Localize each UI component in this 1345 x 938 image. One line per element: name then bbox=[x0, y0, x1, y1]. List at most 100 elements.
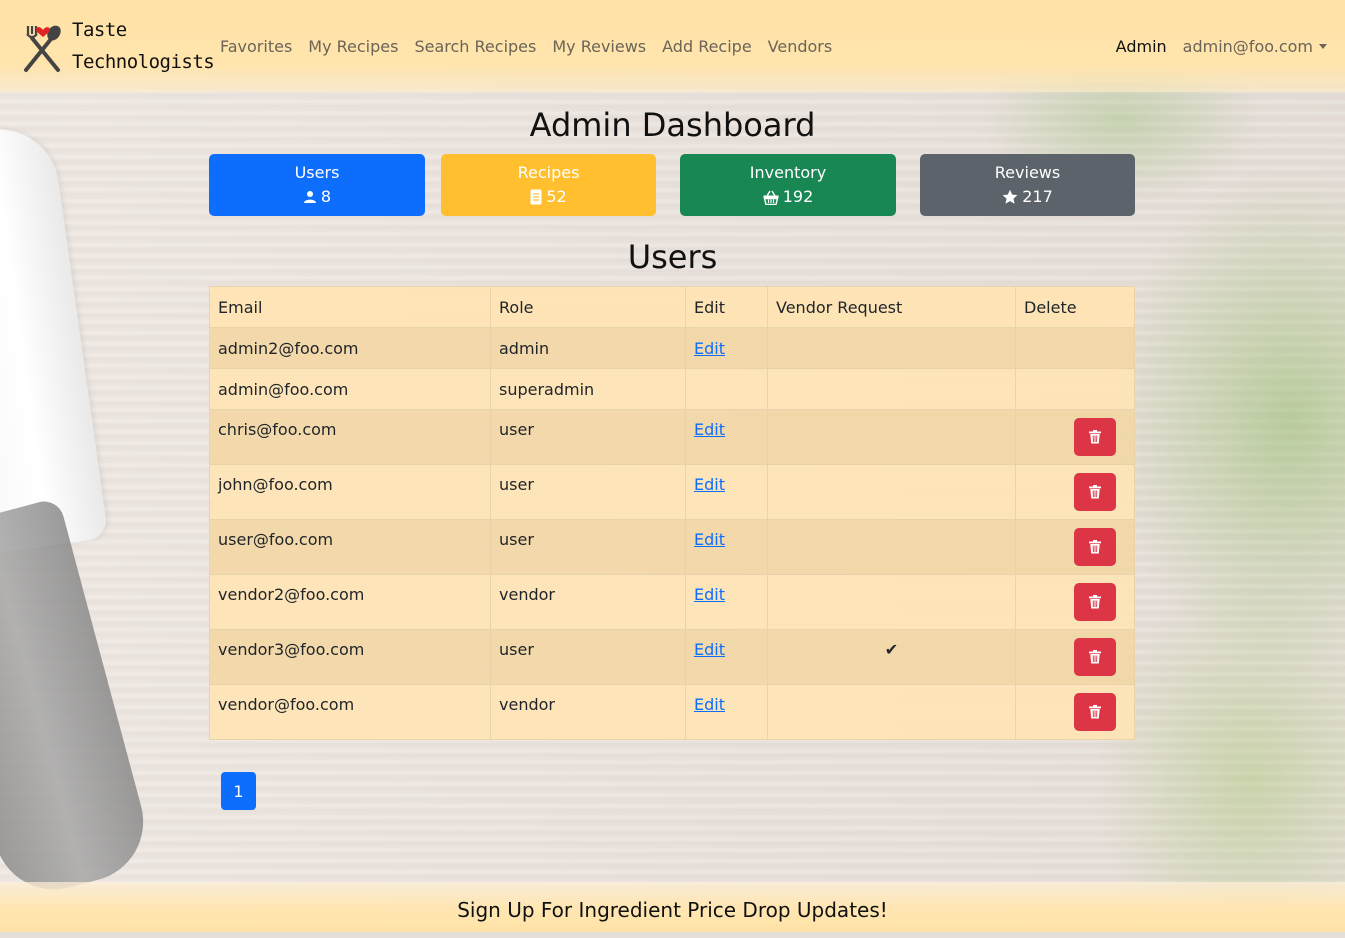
nav-right: Admin admin@foo.com bbox=[1108, 37, 1327, 56]
star-icon bbox=[1002, 189, 1018, 205]
nav-link-favorites[interactable]: Favorites bbox=[212, 37, 300, 56]
delete-button[interactable] bbox=[1074, 583, 1116, 621]
user-dropdown[interactable]: admin@foo.com bbox=[1175, 37, 1327, 56]
edit-link[interactable]: Edit bbox=[694, 420, 725, 439]
delete-button[interactable] bbox=[1074, 473, 1116, 511]
table-row: vendor@foo.com vendor Edit bbox=[210, 685, 1135, 740]
cell-role: user bbox=[491, 465, 686, 520]
nav-link-add-recipe[interactable]: Add Recipe bbox=[654, 37, 760, 56]
table-row: user@foo.com user Edit bbox=[210, 520, 1135, 575]
cell-role: user bbox=[491, 520, 686, 575]
document-icon bbox=[530, 189, 542, 205]
table-row: admin@foo.com superadmin bbox=[210, 369, 1135, 410]
header-edit: Edit bbox=[686, 287, 768, 328]
cell-email: chris@foo.com bbox=[210, 410, 491, 465]
cell-role: vendor bbox=[491, 685, 686, 740]
cell-email: admin@foo.com bbox=[210, 369, 491, 410]
header-email: Email bbox=[210, 287, 491, 328]
cell-vendor-request bbox=[768, 575, 1016, 630]
cell-email: vendor@foo.com bbox=[210, 685, 491, 740]
header-role: Role bbox=[491, 287, 686, 328]
user-email: admin@foo.com bbox=[1183, 37, 1313, 56]
cell-email: vendor2@foo.com bbox=[210, 575, 491, 630]
trash-icon bbox=[1089, 650, 1101, 664]
users-table: Email Role Edit Vendor Request Delete ad… bbox=[209, 286, 1135, 740]
table-header-row: Email Role Edit Vendor Request Delete bbox=[210, 287, 1135, 328]
user-icon bbox=[303, 190, 317, 204]
cell-role: user bbox=[491, 630, 686, 685]
cell-edit bbox=[686, 369, 768, 410]
edit-link[interactable]: Edit bbox=[694, 339, 725, 358]
cell-vendor-request bbox=[768, 369, 1016, 410]
delete-button[interactable] bbox=[1074, 528, 1116, 566]
pagination-page-1[interactable]: 1 bbox=[221, 772, 256, 810]
cell-vendor-request bbox=[768, 410, 1016, 465]
knife-blade-decoration bbox=[0, 122, 108, 559]
nav-link-admin[interactable]: Admin bbox=[1108, 37, 1175, 56]
trash-icon bbox=[1089, 595, 1101, 609]
trash-icon bbox=[1089, 540, 1101, 554]
nav-link-search-recipes[interactable]: Search Recipes bbox=[406, 37, 544, 56]
cell-role: user bbox=[491, 410, 686, 465]
footer-signup-text[interactable]: Sign Up For Ingredient Price Drop Update… bbox=[457, 898, 888, 922]
edit-link[interactable]: Edit bbox=[694, 695, 725, 714]
table-row: john@foo.com user Edit bbox=[210, 465, 1135, 520]
card-users[interactable]: Users 8 bbox=[209, 154, 425, 216]
cell-delete bbox=[1016, 369, 1135, 410]
cell-vendor-request bbox=[768, 328, 1016, 369]
card-recipes-label: Recipes bbox=[441, 163, 656, 183]
fork-spoon-heart-icon bbox=[18, 18, 68, 74]
cell-role: admin bbox=[491, 328, 686, 369]
nav-link-my-reviews[interactable]: My Reviews bbox=[544, 37, 654, 56]
card-recipes[interactable]: Recipes 52 bbox=[441, 154, 656, 216]
header-delete: Delete bbox=[1016, 287, 1135, 328]
nav-links: Favorites My Recipes Search Recipes My R… bbox=[212, 37, 840, 56]
cell-role: superadmin bbox=[491, 369, 686, 410]
brand-name-line1: Taste bbox=[72, 14, 214, 46]
brand-name-line2: Technologists bbox=[72, 46, 214, 78]
cell-vendor-request bbox=[768, 685, 1016, 740]
card-inventory-label: Inventory bbox=[680, 163, 896, 183]
trash-icon bbox=[1089, 430, 1101, 444]
table-row: vendor3@foo.com user Edit ✔ bbox=[210, 630, 1135, 685]
card-users-label: Users bbox=[209, 163, 425, 183]
card-reviews-label: Reviews bbox=[920, 163, 1135, 183]
card-inventory-value: 192 bbox=[783, 187, 814, 207]
edit-link[interactable]: Edit bbox=[694, 530, 725, 549]
edit-link[interactable]: Edit bbox=[694, 475, 725, 494]
cell-role: vendor bbox=[491, 575, 686, 630]
brand[interactable]: Taste Technologists bbox=[18, 11, 208, 81]
footer: Sign Up For Ingredient Price Drop Update… bbox=[0, 882, 1345, 932]
users-section-title: Users bbox=[0, 238, 1345, 276]
chevron-down-icon bbox=[1319, 44, 1327, 49]
trash-icon bbox=[1089, 705, 1101, 719]
cell-email: vendor3@foo.com bbox=[210, 630, 491, 685]
basket-icon bbox=[763, 190, 779, 205]
stats-cards: Users 8 Recipes 52 Inventory 192 Reviews bbox=[209, 154, 1135, 216]
card-reviews[interactable]: Reviews 217 bbox=[920, 154, 1135, 216]
table-row: chris@foo.com user Edit bbox=[210, 410, 1135, 465]
nav-link-vendors[interactable]: Vendors bbox=[760, 37, 841, 56]
cell-email: admin2@foo.com bbox=[210, 328, 491, 369]
card-reviews-value: 217 bbox=[1022, 187, 1053, 207]
card-inventory[interactable]: Inventory 192 bbox=[680, 154, 896, 216]
table-row: vendor2@foo.com vendor Edit bbox=[210, 575, 1135, 630]
delete-button[interactable] bbox=[1074, 693, 1116, 731]
card-users-value: 8 bbox=[321, 187, 331, 207]
cell-email: user@foo.com bbox=[210, 520, 491, 575]
cell-delete bbox=[1016, 328, 1135, 369]
table-row: admin2@foo.com admin Edit bbox=[210, 328, 1135, 369]
trash-icon bbox=[1089, 485, 1101, 499]
delete-button[interactable] bbox=[1074, 638, 1116, 676]
header-vendor-request: Vendor Request bbox=[768, 287, 1016, 328]
nav-link-my-recipes[interactable]: My Recipes bbox=[300, 37, 406, 56]
card-recipes-value: 52 bbox=[546, 187, 566, 207]
navbar: Taste Technologists Favorites My Recipes… bbox=[0, 0, 1345, 92]
checkmark-icon: ✔ bbox=[768, 630, 1016, 685]
edit-link[interactable]: Edit bbox=[694, 585, 725, 604]
cell-vendor-request bbox=[768, 520, 1016, 575]
edit-link[interactable]: Edit bbox=[694, 640, 725, 659]
delete-button[interactable] bbox=[1074, 418, 1116, 456]
knife-handle-decoration bbox=[0, 497, 157, 903]
page-title: Admin Dashboard bbox=[0, 106, 1345, 144]
